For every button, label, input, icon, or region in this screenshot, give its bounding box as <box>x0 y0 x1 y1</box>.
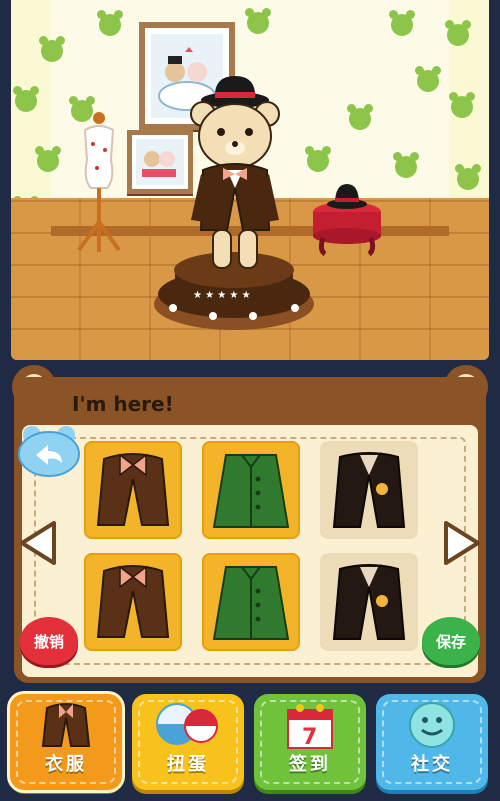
svg-text:★ ★ ★ ★ ★: ★ ★ ★ ★ ★ <box>193 290 251 301</box>
wall-pattern <box>39 36 65 62</box>
teddy-bear-avatar <box>190 76 280 269</box>
green-coat-icon <box>212 454 290 528</box>
tab-label: 扭蛋 <box>167 754 209 775</box>
wall-pattern <box>449 92 475 118</box>
bottom-tab-bar: 衣服 扭蛋 7 签到 社交 <box>0 688 500 801</box>
wardrobe-panel: I'm here! 撤销 保存 <box>12 365 488 683</box>
panel-title: I'm here! <box>72 392 174 416</box>
black-blazer-icon <box>332 564 406 640</box>
wall-pattern <box>97 10 123 36</box>
wall-pattern <box>35 146 61 172</box>
brown-jacket-icon <box>96 453 170 526</box>
tab-gacha[interactable]: 扭蛋 <box>132 694 244 790</box>
closet-item[interactable] <box>320 553 418 651</box>
wall-pattern <box>245 8 271 34</box>
wall-pattern <box>305 146 331 172</box>
calendar-badge: 7 <box>302 725 317 750</box>
back-arrow-icon[interactable] <box>18 423 80 477</box>
tab-checkin[interactable]: 7 签到 <box>254 694 366 790</box>
closet-item[interactable] <box>202 553 300 651</box>
clothes-icon <box>41 703 91 747</box>
red-stool-with-hat <box>313 184 381 257</box>
smiley-icon <box>409 702 455 748</box>
closet-item[interactable] <box>84 441 182 539</box>
wall-pattern <box>445 20 471 46</box>
tab-clothes[interactable]: 衣服 <box>10 694 122 790</box>
green-coat-icon <box>212 566 290 640</box>
closet-item[interactable] <box>320 441 418 539</box>
wall-pattern <box>389 10 415 36</box>
wall-pattern <box>13 86 39 112</box>
capsule-icon <box>156 703 218 745</box>
tab-social[interactable]: 社交 <box>376 694 488 790</box>
closet-item[interactable] <box>202 441 300 539</box>
closet-item[interactable] <box>84 553 182 651</box>
tab-label: 社交 <box>411 754 453 775</box>
right-chevron-icon[interactable] <box>442 521 482 565</box>
wall-pattern <box>455 164 481 190</box>
tab-label: 签到 <box>289 754 331 775</box>
calendar-icon: 7 <box>287 704 333 750</box>
family-picture-icon <box>142 151 176 177</box>
dress-form-mannequin <box>77 112 121 252</box>
room-scene: ★ ★ ★ ★ ★ <box>11 0 489 360</box>
wall-pattern <box>347 104 373 130</box>
tab-label: 衣服 <box>45 754 87 775</box>
black-blazer-icon <box>332 452 406 528</box>
brown-jacket-icon <box>96 565 170 638</box>
wall-pattern <box>415 66 441 92</box>
undo-button[interactable]: 撤销 <box>20 617 78 665</box>
wall-pattern <box>393 152 419 178</box>
save-button[interactable]: 保存 <box>422 617 480 665</box>
left-chevron-icon[interactable] <box>18 521 58 565</box>
